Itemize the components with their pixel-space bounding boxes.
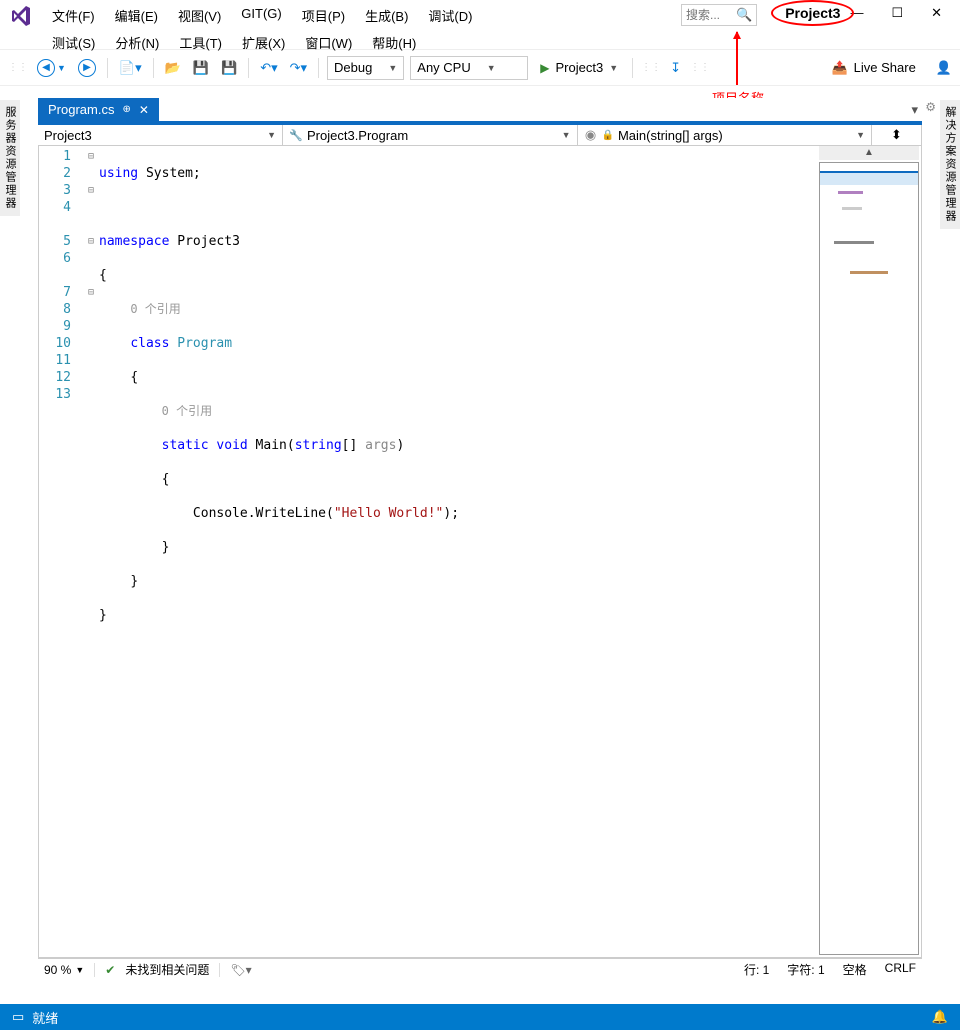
zoom-combo[interactable]: 90 %▼ <box>44 963 84 977</box>
nav-member-combo[interactable]: ◉ 🔒 Main(string[] args)▼ <box>578 125 873 145</box>
server-explorer-tab[interactable]: 服务器资源管理器 <box>0 100 20 216</box>
search-input[interactable] <box>686 8 736 22</box>
menu-build[interactable]: 生成(B) <box>357 4 416 27</box>
search-box[interactable]: 🔍 <box>681 4 757 26</box>
output-icon[interactable]: ▭ <box>12 1009 24 1025</box>
ok-icon: ✔ <box>105 963 115 977</box>
editor-shell: Program.cs ⊕ ✕ ▾ Project3▼ 🔧 Project3.Pr… <box>38 98 922 980</box>
notifications-icon[interactable]: 🔔 <box>932 1009 948 1025</box>
cursor-char: 字符: 1 <box>787 961 824 978</box>
lock-icon: 🔒 <box>602 130 614 141</box>
split-view-button[interactable]: ⬍ <box>872 125 922 145</box>
feedback-icon[interactable]: 👤 <box>936 60 952 76</box>
document-tabs: Program.cs ⊕ ✕ ▾ <box>38 98 922 121</box>
cursor-line: 行: 1 <box>744 961 769 978</box>
class-icon: 🔧 <box>289 128 303 142</box>
menu-git[interactable]: GIT(G) <box>233 4 289 27</box>
close-tab-icon[interactable]: ✕ <box>139 103 149 117</box>
drag-handle-icon: ⋮⋮ <box>641 62 661 73</box>
vs-logo-icon <box>6 2 34 30</box>
fold-gutter: ⊟⊟ ⊟⊟ <box>83 146 99 957</box>
undo-button[interactable]: ↶▾ <box>257 58 280 78</box>
drag-handle-icon: ⋮⋮ <box>8 62 28 73</box>
indent-mode[interactable]: 空格 <box>843 961 867 978</box>
search-icon[interactable]: 🔍 <box>736 7 752 23</box>
minimize-button[interactable]: — <box>850 5 863 21</box>
menu-view[interactable]: 视图(V) <box>170 4 229 27</box>
open-file-button[interactable]: 📂 <box>162 58 184 78</box>
redo-button[interactable]: ↷▾ <box>287 58 310 78</box>
editor-status-bar: 90 %▼ ✔ 未找到相关问题 🏷▾ 行: 1 字符: 1 空格 CRLF <box>38 958 922 980</box>
window-controls: — ☐ ✕ <box>850 5 952 21</box>
menu-edit[interactable]: 编辑(E) <box>107 4 166 27</box>
share-icon: 📤 <box>831 60 847 76</box>
scroll-up-button[interactable]: ▲ <box>819 146 919 160</box>
code-content[interactable]: using System; namespace Project3 { 0 个引用… <box>99 146 819 957</box>
solution-explorer-tab[interactable]: 解决方案资源管理器 <box>940 100 960 229</box>
tool-options-icon[interactable]: ⚙ <box>925 100 936 114</box>
menu-project[interactable]: 项目(P) <box>294 4 353 27</box>
menu-bar: 文件(F) 编辑(E) 视图(V) GIT(G) 项目(P) 生成(B) 调试(… <box>0 0 960 50</box>
play-icon: ▶ <box>540 61 549 75</box>
save-button[interactable]: 💾 <box>190 58 212 78</box>
tab-file-name: Program.cs <box>48 102 114 117</box>
new-item-button[interactable]: 📄▾ <box>116 58 145 78</box>
nav-back-button[interactable]: ◀▼ <box>34 57 69 79</box>
config-combo[interactable]: Debug▼ <box>327 56 404 80</box>
code-editor[interactable]: 1 2 3 4 5 6 7 8 9 10 11 12 13 ⊟⊟ ⊟⊟ usin… <box>38 146 922 958</box>
step-icon[interactable]: ↧ <box>667 58 684 78</box>
start-debug-button[interactable]: ▶ Project3 ▼ <box>534 60 624 75</box>
pin-icon[interactable]: ⊕ <box>122 104 130 115</box>
status-ready: 就绪 <box>32 1008 58 1027</box>
eol-mode[interactable]: CRLF <box>885 961 916 978</box>
issues-label[interactable]: 未找到相关问题 <box>125 961 209 978</box>
platform-combo[interactable]: Any CPU▼ <box>410 56 528 80</box>
menu-debug[interactable]: 调试(D) <box>420 4 480 27</box>
drag-handle-icon: ⋮⋮ <box>690 62 710 73</box>
code-lens[interactable]: 0 个引用 <box>130 302 180 316</box>
maximize-button[interactable]: ☐ <box>891 5 903 21</box>
minimap[interactable] <box>819 162 919 955</box>
menu-file[interactable]: 文件(F) <box>44 4 103 27</box>
status-bar: ▭ 就绪 🔔 <box>0 1004 960 1030</box>
document-tab-active[interactable]: Program.cs ⊕ ✕ <box>38 98 159 121</box>
live-share-button[interactable]: 📤 Live Share <box>831 60 915 76</box>
nav-forward-button[interactable]: ▶ <box>75 57 99 79</box>
close-button[interactable]: ✕ <box>931 5 942 21</box>
line-number-gutter: 1 2 3 4 5 6 7 8 9 10 11 12 13 <box>39 146 83 957</box>
save-all-button[interactable]: 💾 <box>218 58 240 78</box>
main-toolbar: ⋮⋮ ◀▼ ▶ 📄▾ 📂 💾 💾 ↶▾ ↷▾ Debug▼ Any CPU▼ ▶… <box>0 50 960 86</box>
nav-project-combo[interactable]: Project3▼ <box>38 125 283 145</box>
navigation-bar: Project3▼ 🔧 Project3.Program▼ ◉ 🔒 Main(s… <box>38 125 922 146</box>
tab-dropdown-icon[interactable]: ▾ <box>911 102 918 118</box>
split-icon: ⬍ <box>891 127 902 143</box>
tag-icon[interactable]: 🏷▾ <box>230 963 251 977</box>
solution-name: Project3 <box>775 4 850 22</box>
method-icon: ◉ <box>584 128 598 142</box>
nav-class-combo[interactable]: 🔧 Project3.Program▼ <box>283 125 578 145</box>
code-lens[interactable]: 0 个引用 <box>162 404 212 418</box>
